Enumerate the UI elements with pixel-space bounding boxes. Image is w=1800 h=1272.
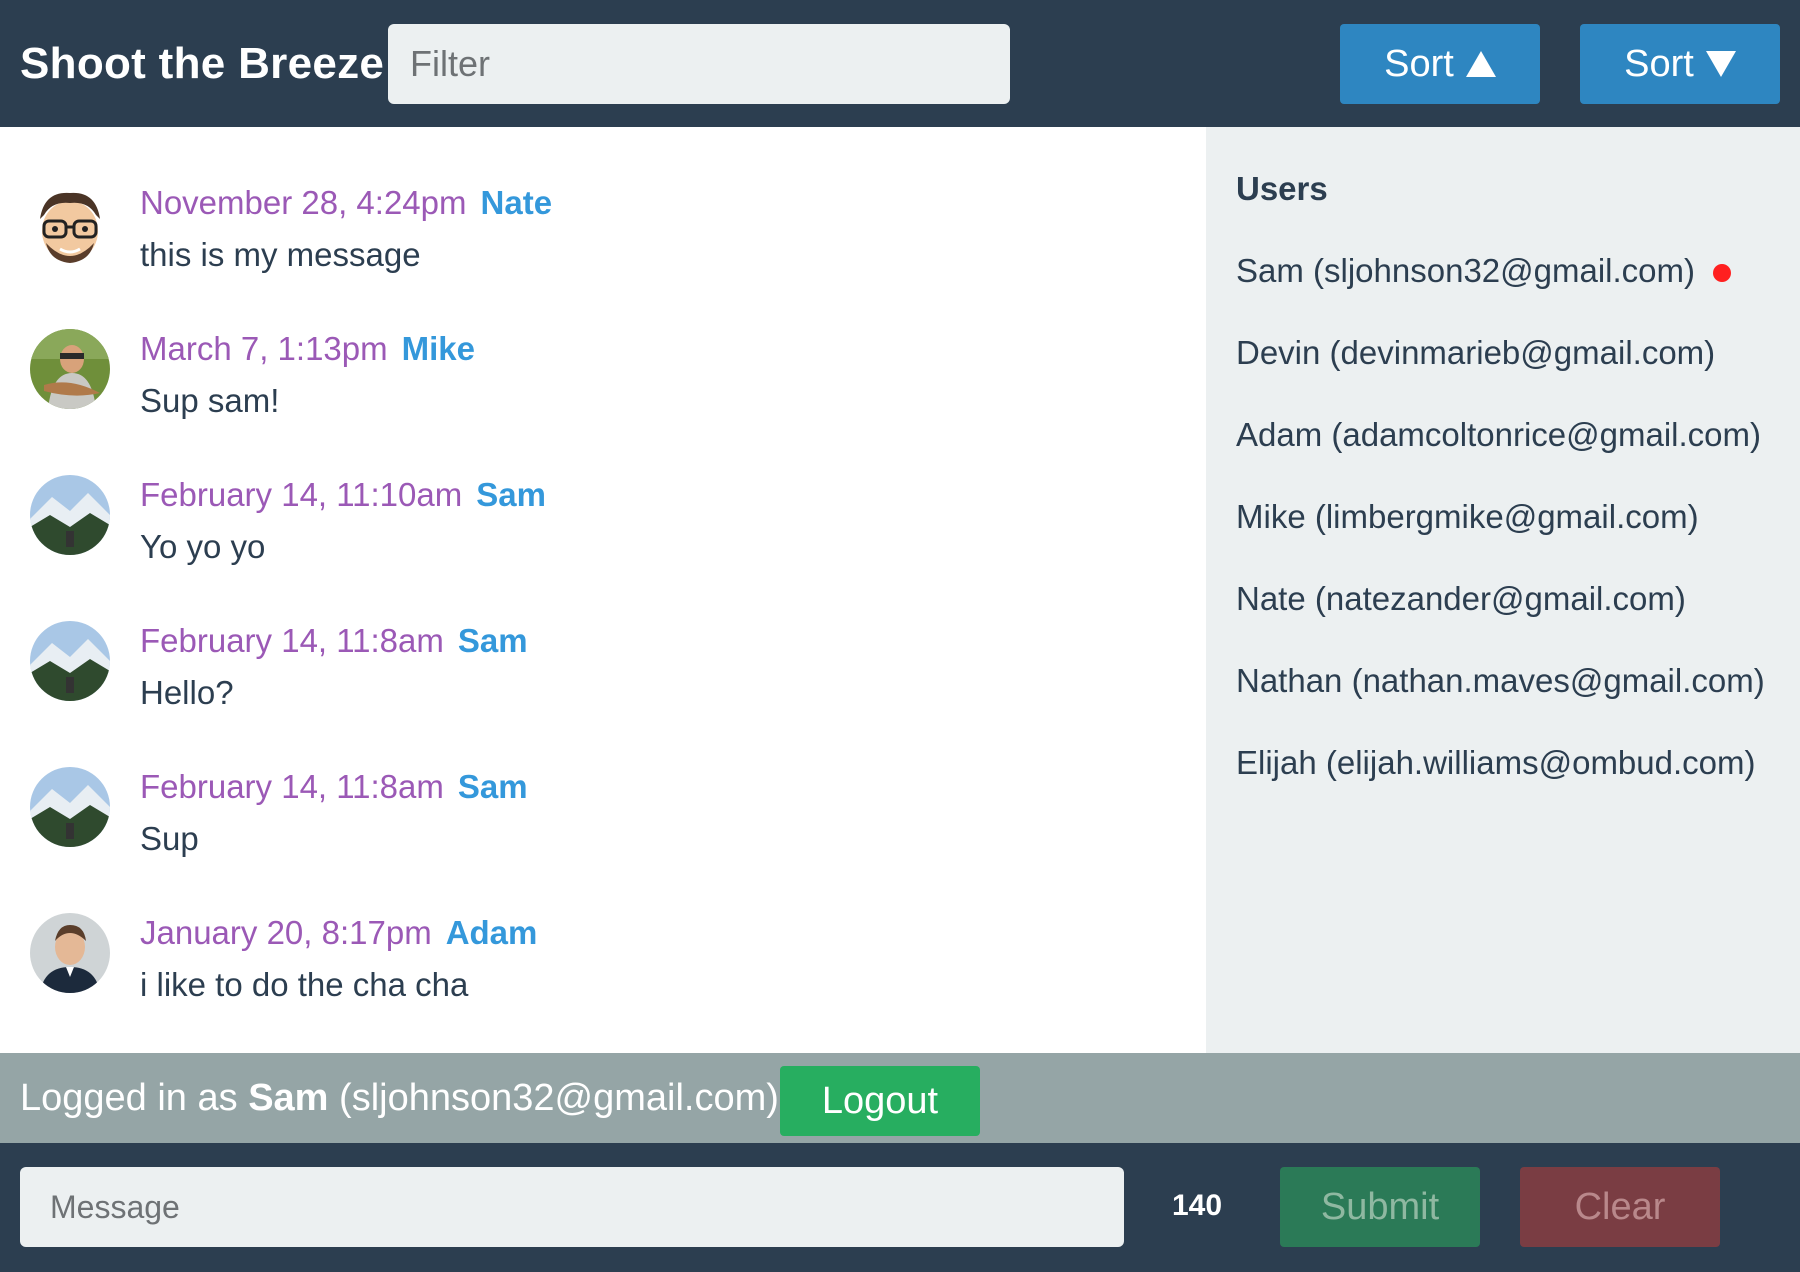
message-timestamp: November 28, 4:24pm xyxy=(140,184,467,221)
user-item[interactable]: Elijah (elijah.williams@ombud.com) xyxy=(1236,741,1756,785)
user-label: Devin (devinmarieb@gmail.com) xyxy=(1236,334,1716,371)
mike-avatar xyxy=(30,329,110,409)
message-item: January 20, 8:17pm Adam i like to do the … xyxy=(0,891,1206,1021)
user-item[interactable]: Sam (sljohnson32@gmail.com) xyxy=(1236,249,1732,293)
character-counter: 140 xyxy=(1171,1189,1223,1222)
message-timestamp: March 7, 1:13pm xyxy=(140,330,388,367)
message-composer: 140 Submit Clear xyxy=(0,1143,1800,1272)
message-username[interactable]: Sam xyxy=(458,622,528,659)
submit-button[interactable]: Submit xyxy=(1280,1167,1480,1247)
message-item: March 7, 1:13pm Mike Sup sam! xyxy=(0,307,1206,437)
message-item: February 14, 11:10am Sam Yo yo yo xyxy=(0,453,1206,583)
message-username[interactable]: Mike xyxy=(402,330,475,367)
login-status-bar: Logged in as Sam (sljohnson32@gmail.com)… xyxy=(0,1053,1800,1143)
message-username[interactable]: Sam xyxy=(458,768,528,805)
message-text: Yo yo yo xyxy=(140,528,266,565)
login-prefix: Logged in as xyxy=(20,1077,238,1119)
message-text: this is my message xyxy=(140,236,421,273)
sort-descending-button[interactable]: Sort xyxy=(1580,24,1780,104)
message-timestamp: February 14, 11:8am xyxy=(140,622,444,659)
user-label: Nate (natezander@gmail.com) xyxy=(1236,580,1686,617)
message-text: Hello? xyxy=(140,674,234,711)
sort-ascending-button[interactable]: Sort xyxy=(1340,24,1540,104)
message-timestamp: January 20, 8:17pm xyxy=(140,914,432,951)
message-username[interactable]: Nate xyxy=(481,184,553,221)
message-item: February 14, 11:8am Sam Hello? xyxy=(0,599,1206,729)
nate-avatar xyxy=(30,185,110,265)
message-username[interactable]: Adam xyxy=(446,914,538,951)
app-header: Shoot the Breeze Sort Sort xyxy=(0,0,1800,127)
user-item[interactable]: Nate (natezander@gmail.com) xyxy=(1236,577,1686,621)
message-meta: February 14, 11:8am Sam xyxy=(140,765,528,809)
message-timestamp: February 14, 11:8am xyxy=(140,768,444,805)
message-text: Sup xyxy=(140,820,199,857)
user-item[interactable]: Adam (adamcoltonrice@gmail.com) xyxy=(1236,413,1761,457)
clear-button[interactable]: Clear xyxy=(1520,1167,1720,1247)
logout-button[interactable]: Logout xyxy=(780,1066,980,1136)
message-meta: March 7, 1:13pm Mike xyxy=(140,327,475,371)
adam-avatar xyxy=(30,913,110,993)
triangle-down-icon xyxy=(1705,51,1736,77)
message-meta: February 14, 11:8am Sam xyxy=(140,619,528,663)
sam-avatar xyxy=(30,475,110,555)
message-meta: January 20, 8:17pm Adam xyxy=(140,911,537,955)
users-sidebar: Users Sam (sljohnson32@gmail.com) Devin … xyxy=(1206,127,1800,1053)
message-item: November 28, 4:24pm Nate this is my messa… xyxy=(0,161,1206,291)
sort-descending-label: Sort xyxy=(1624,42,1694,85)
sort-ascending-label: Sort xyxy=(1384,42,1454,85)
user-item[interactable]: Devin (devinmarieb@gmail.com) xyxy=(1236,331,1715,375)
message-text: i like to do the cha cha xyxy=(140,966,469,1003)
message-item: February 14, 11:8am Sam Sup xyxy=(0,745,1206,875)
message-text: Sup sam! xyxy=(140,382,280,419)
login-username: Sam xyxy=(248,1077,329,1119)
sam-avatar xyxy=(30,767,110,847)
login-status-text: Logged in as Sam (sljohnson32@gmail.com) xyxy=(20,1075,779,1121)
message-timestamp: February 14, 11:10am xyxy=(140,476,463,513)
filter-input[interactable] xyxy=(388,24,1010,104)
user-label: Adam (adamcoltonrice@gmail.com) xyxy=(1236,416,1762,453)
user-item[interactable]: Nathan (nathan.maves@gmail.com) xyxy=(1236,659,1765,703)
message-meta: November 28, 4:24pm Nate xyxy=(140,181,552,225)
triangle-up-icon xyxy=(1465,51,1496,77)
message-username[interactable]: Sam xyxy=(476,476,546,513)
sam-avatar xyxy=(30,621,110,701)
users-heading: Users xyxy=(1236,170,1328,207)
user-label: Sam (sljohnson32@gmail.com) xyxy=(1236,252,1696,289)
login-email: (sljohnson32@gmail.com) xyxy=(339,1077,779,1119)
message-input[interactable] xyxy=(20,1167,1124,1247)
message-meta: February 14, 11:10am Sam xyxy=(140,473,546,517)
app-title: Shoot the Breeze xyxy=(20,39,385,88)
user-label: Elijah (elijah.williams@ombud.com) xyxy=(1236,744,1756,781)
online-status-dot-icon xyxy=(1713,264,1732,283)
user-item[interactable]: Mike (limbergmike@gmail.com) xyxy=(1236,495,1699,539)
user-label: Nathan (nathan.maves@gmail.com) xyxy=(1236,662,1765,699)
message-list: November 28, 4:24pm Nate this is my messa… xyxy=(0,127,1206,1053)
user-label: Mike (limbergmike@gmail.com) xyxy=(1236,498,1699,535)
